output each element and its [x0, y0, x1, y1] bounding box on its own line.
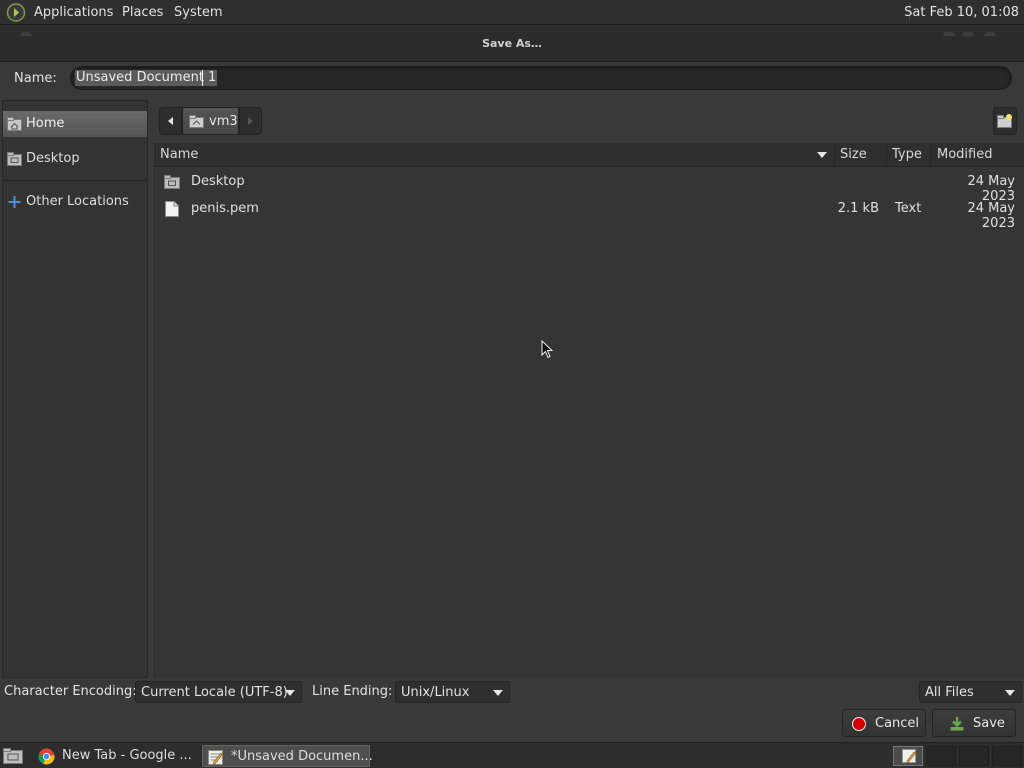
- save-button[interactable]: Save: [932, 709, 1016, 737]
- workspace-2[interactable]: [926, 746, 956, 766]
- task-label: New Tab - Google ...: [62, 748, 192, 763]
- path-back-button[interactable]: [159, 107, 182, 135]
- file-list[interactable]: Name Size Type Modified Desktop 24 May 2…: [154, 143, 1024, 678]
- show-desktop-icon[interactable]: [3, 748, 23, 764]
- mouse-pointer-icon: [541, 340, 553, 359]
- home-folder-icon: [189, 115, 204, 128]
- top-panel: Applications Places System Sat Feb 10, 0…: [0, 0, 1024, 25]
- workspace-1[interactable]: [893, 746, 923, 766]
- file-list-header: Name Size Type Modified: [155, 143, 1024, 167]
- path-forward-button[interactable]: [239, 107, 262, 135]
- name-label: Name:: [14, 71, 57, 86]
- column-header-size[interactable]: Size: [835, 143, 887, 167]
- sidebar-item-home[interactable]: Home: [3, 111, 147, 137]
- line-ending-label: Line Ending:: [312, 684, 393, 699]
- dialog-title: Save As…: [482, 37, 542, 50]
- home-folder-icon: [7, 117, 22, 131]
- file-filter-value: All Files: [925, 685, 974, 700]
- task-chrome[interactable]: New Tab - Google ...: [34, 745, 198, 767]
- text-editor-icon: [901, 748, 917, 764]
- encoding-select[interactable]: Current Locale (UTF-8): [135, 681, 302, 703]
- workspace-4[interactable]: [992, 746, 1022, 766]
- chevron-right-icon: [248, 117, 253, 125]
- task-text-editor[interactable]: *Unsaved Documen...: [202, 745, 373, 767]
- text-file-icon: [165, 201, 179, 217]
- sidebar-item-desktop[interactable]: Desktop: [3, 146, 147, 172]
- line-ending-select[interactable]: Unix/Linux: [395, 681, 510, 703]
- plus-icon: [8, 196, 21, 208]
- sort-descending-icon: [817, 152, 827, 158]
- encoding-label: Character Encoding:: [4, 684, 137, 699]
- places-sidebar: Home Desktop Other Locations: [2, 100, 148, 678]
- create-folder-button[interactable]: [993, 107, 1017, 135]
- text-editor-icon: [208, 750, 223, 765]
- cancel-button[interactable]: Cancel: [842, 709, 926, 737]
- text-caret: [202, 70, 203, 86]
- file-name: penis.pem: [191, 201, 259, 216]
- desktop-folder-icon: [7, 152, 22, 166]
- column-header-label: Size: [840, 147, 867, 162]
- folder-icon: [164, 175, 180, 189]
- menu-applications[interactable]: Applications: [34, 5, 113, 20]
- column-header-label: Modified: [937, 147, 993, 162]
- dialog-titlebar[interactable]: Save As…: [0, 26, 1024, 62]
- save-label: Save: [973, 716, 1005, 731]
- column-header-label: Name: [160, 147, 199, 162]
- line-ending-value: Unix/Linux: [401, 685, 470, 700]
- file-filter-select[interactable]: All Files: [919, 681, 1022, 703]
- save-as-dialog: Save As… Name: Unsaved Document 1 Home D…: [0, 26, 1024, 742]
- options-row: Character Encoding: Current Locale (UTF-…: [0, 678, 1024, 706]
- filename-input[interactable]: Unsaved Document 1: [70, 66, 1012, 90]
- file-name: Desktop: [191, 174, 245, 189]
- menu-places[interactable]: Places: [122, 5, 163, 20]
- filename-value: Unsaved Document 1: [75, 70, 218, 86]
- titlebar-ghost: [984, 32, 996, 36]
- file-type: Text: [895, 201, 922, 216]
- menu-system[interactable]: System: [174, 5, 222, 20]
- path-crumb-vm3[interactable]: vm3: [182, 107, 239, 135]
- sidebar-item-label: Other Locations: [26, 194, 129, 209]
- file-modified: 24 May 2023: [967, 201, 1015, 231]
- chevron-down-icon: [1005, 690, 1015, 696]
- file-row[interactable]: penis.pem 2.1 kB Text 24 May 2023: [155, 196, 1024, 231]
- path-bar: vm3: [152, 100, 1024, 142]
- sidebar-item-label: Desktop: [26, 151, 80, 166]
- sidebar-separator: [3, 180, 147, 181]
- titlebar-ghost: [20, 32, 32, 36]
- encoding-value: Current Locale (UTF-8): [141, 685, 288, 700]
- column-header-modified[interactable]: Modified: [931, 143, 1024, 167]
- file-chooser-pane: vm3 Name Size Type Modified Desktop 24 M…: [152, 100, 1024, 678]
- column-header-name[interactable]: Name: [155, 143, 835, 167]
- chrome-icon: [38, 748, 55, 765]
- workspace-3[interactable]: [959, 746, 989, 766]
- chevron-down-icon: [285, 690, 295, 696]
- file-row[interactable]: Desktop 24 May 2023: [155, 169, 1024, 204]
- bottom-taskbar: New Tab - Google ... *Unsaved Documen...: [0, 742, 1024, 768]
- sidebar-item-other-locations[interactable]: Other Locations: [3, 189, 147, 215]
- cancel-icon: [852, 717, 866, 731]
- chevron-left-icon: [168, 117, 173, 125]
- column-header-type[interactable]: Type: [887, 143, 931, 167]
- save-icon: [950, 717, 964, 731]
- cancel-label: Cancel: [875, 716, 920, 731]
- new-folder-icon: [997, 114, 1012, 128]
- titlebar-ghost: [943, 32, 955, 36]
- clock[interactable]: Sat Feb 10, 01:08: [904, 5, 1019, 20]
- sidebar-item-label: Home: [26, 116, 65, 131]
- path-crumb-label: vm3: [209, 114, 238, 129]
- column-header-label: Type: [892, 147, 922, 162]
- file-size: 2.1 kB: [837, 201, 879, 216]
- task-label: *Unsaved Documen...: [231, 749, 373, 764]
- titlebar-ghost: [962, 32, 974, 36]
- name-row: Name: Unsaved Document 1: [0, 63, 1024, 99]
- chevron-down-icon: [493, 690, 503, 696]
- mint-logo-icon[interactable]: [6, 3, 26, 22]
- dialog-buttons: Cancel Save: [0, 706, 1024, 742]
